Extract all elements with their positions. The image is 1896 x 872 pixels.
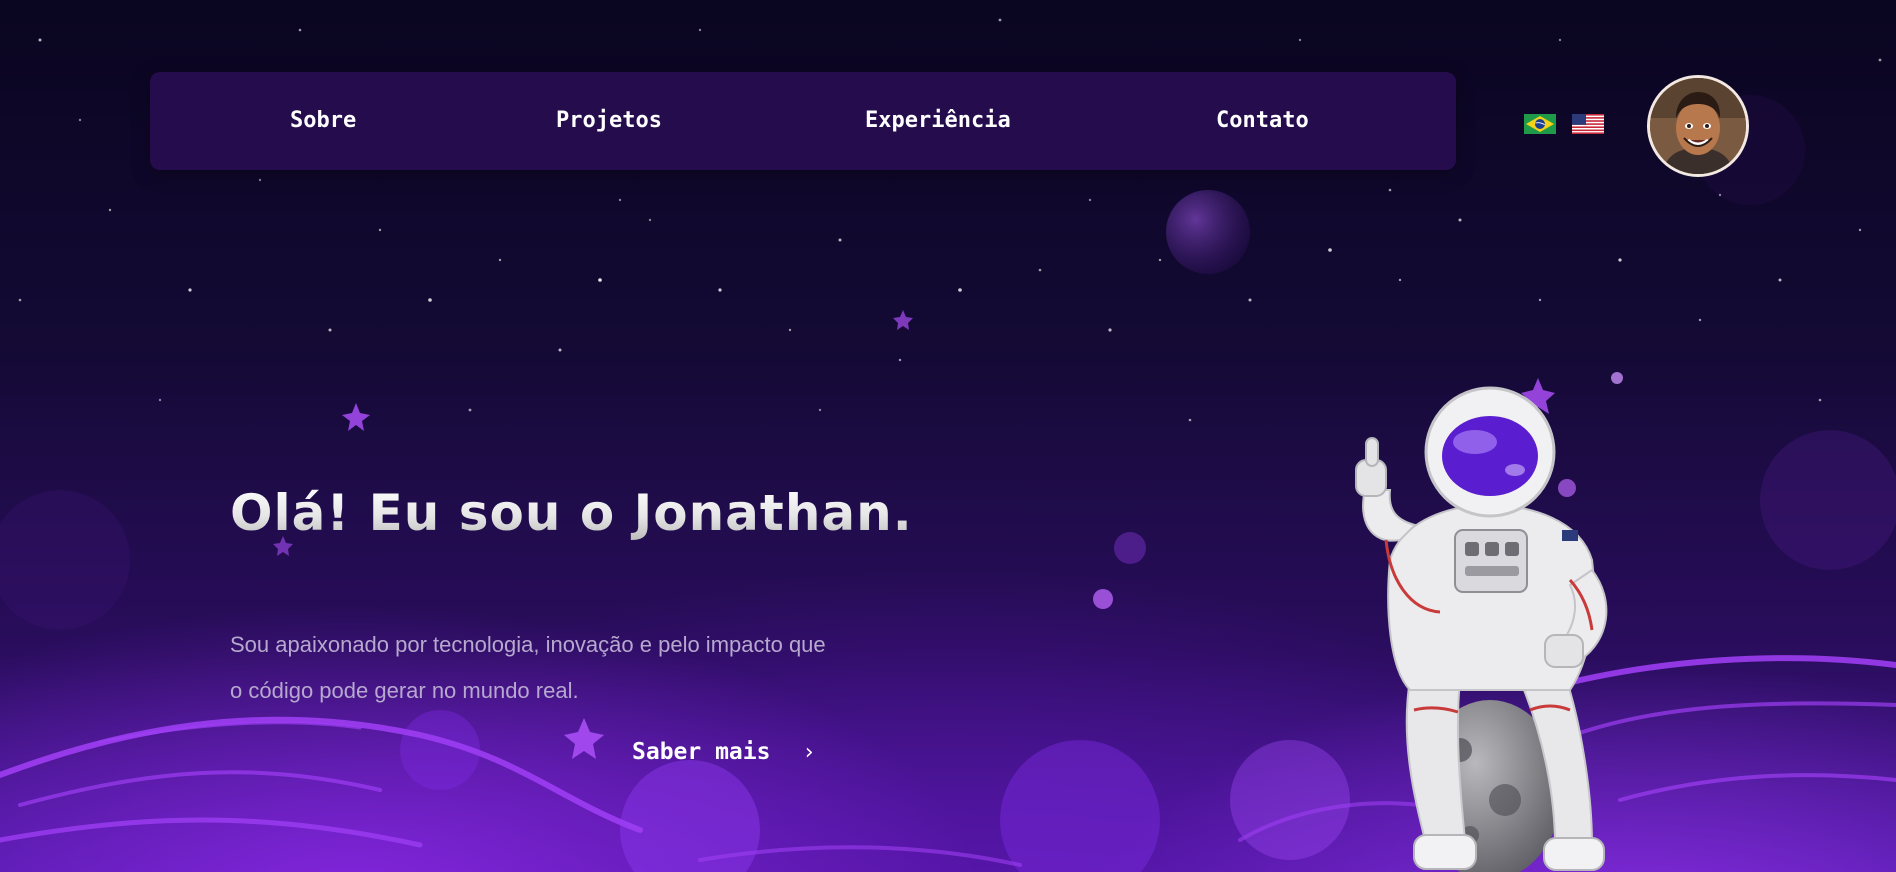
nav-item-sobre[interactable]: Sobre [290, 72, 356, 170]
hero-description-line-1: Sou apaixonado por tecnologia, inovação … [230, 632, 826, 657]
hero-title: Olá! Eu sou o Jonathan. [230, 484, 913, 542]
chevron-right-icon: › [802, 740, 816, 765]
nav-item-projetos[interactable]: Projetos [556, 72, 662, 170]
nav-item-contato[interactable]: Contato [1216, 72, 1309, 170]
hero-description-line-2: o código pode gerar no mundo real. [230, 678, 579, 703]
main-nav: Sobre Projetos Experiência Contato [150, 72, 1456, 170]
bubble [1166, 190, 1250, 274]
profile-portrait [1650, 78, 1746, 174]
avatar[interactable] [1647, 75, 1749, 177]
hero-description: Sou apaixonado por tecnologia, inovação … [230, 622, 950, 714]
nav-item-experiencia[interactable]: Experiência [865, 72, 1011, 170]
brazil-flag-icon[interactable] [1524, 114, 1556, 134]
astronaut-illustration [1355, 386, 1608, 872]
saber-mais-button[interactable]: Saber mais › [632, 732, 816, 772]
usa-flag-icon[interactable] [1572, 114, 1604, 134]
saber-mais-label: Saber mais [632, 739, 771, 765]
